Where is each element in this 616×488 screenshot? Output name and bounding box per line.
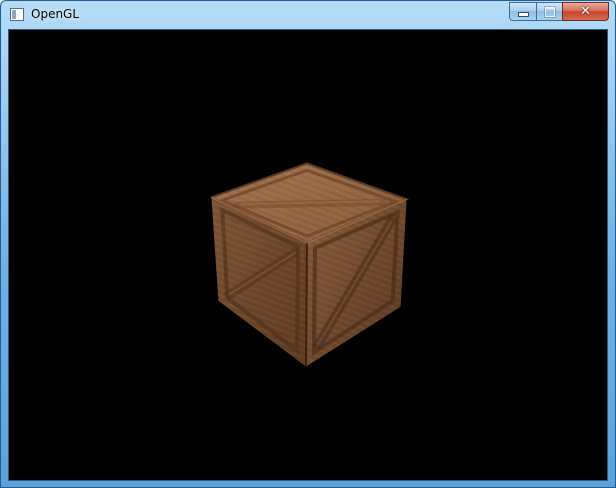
close-button[interactable]: ✕ [562,2,609,21]
opengl-viewport[interactable] [8,29,608,481]
minimize-icon [517,11,529,17]
caption-buttons: ✕ [509,2,609,21]
maximize-button[interactable] [536,2,562,21]
wooden-crate [210,162,410,367]
app-window-icon[interactable] [10,8,24,21]
title-bar[interactable]: OpenGL ✕ [1,1,615,28]
window-title: OpenGL [31,7,80,21]
render-scene [210,162,410,367]
close-icon: ✕ [580,4,591,19]
app-window: OpenGL ✕ [0,0,616,488]
maximize-icon [544,6,555,17]
minimize-button[interactable] [509,2,536,21]
